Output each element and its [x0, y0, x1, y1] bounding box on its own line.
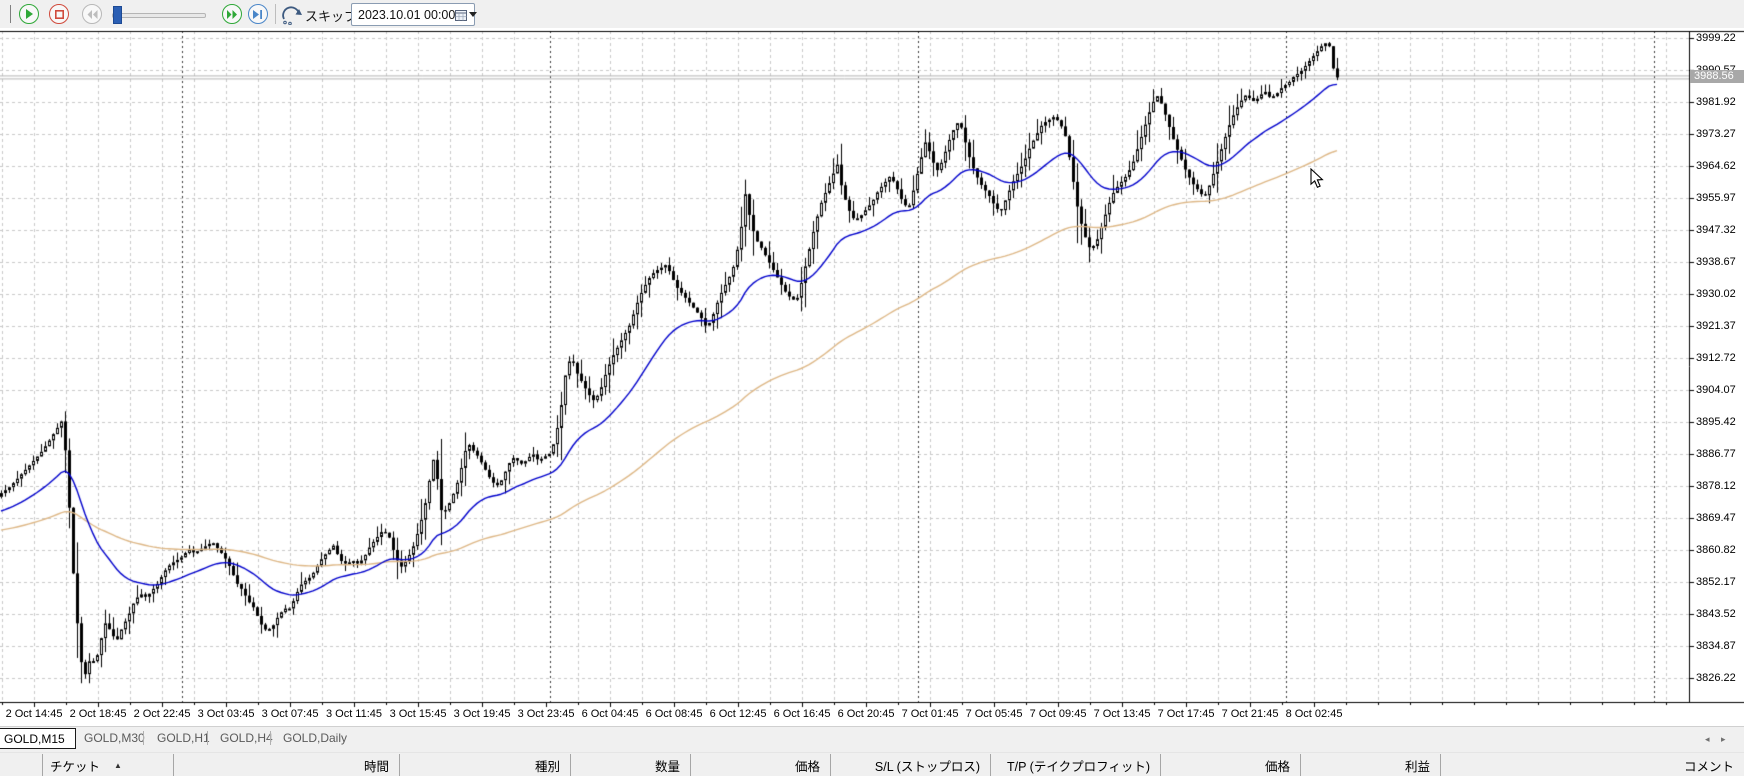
price-axis-tick: 3843.52 — [1696, 608, 1744, 620]
start-date-field[interactable]: 2023.10.01 00:00 — [351, 3, 475, 26]
chevron-down-icon — [469, 12, 477, 17]
timeframe-tab-bar: GOLD,M15GOLD,M30GOLD,H1GOLD,H4GOLD,Daily… — [0, 726, 1744, 753]
price-axis-tick: 3852.17 — [1696, 576, 1744, 588]
column-header-S/L (ストップロス)[interactable]: S/L (ストップロス) — [830, 753, 990, 776]
tab-separator — [270, 731, 271, 745]
column-header-label: 利益 — [1405, 756, 1440, 775]
column-header-コメント[interactable]: コメント — [1440, 753, 1744, 776]
price-axis-tick: 3860.82 — [1696, 544, 1744, 556]
price-axis-tick: 3921.37 — [1696, 320, 1744, 332]
column-header-価格[interactable]: 価格 — [1160, 753, 1300, 776]
play-button[interactable] — [19, 4, 39, 24]
column-header-種別[interactable]: 種別 — [399, 753, 570, 776]
price-axis-tick: 3878.12 — [1696, 480, 1744, 492]
tab-scroll-left-icon[interactable]: ◂ — [1705, 735, 1710, 744]
price-axis-tick: 3834.87 — [1696, 640, 1744, 652]
column-header-label: 種別 — [535, 756, 570, 775]
column-header-label: コメント — [1684, 756, 1744, 775]
skip-label: スキップ — [305, 6, 357, 25]
play-icon — [25, 9, 34, 19]
column-header-label: 価格 — [795, 756, 830, 775]
rewind-button — [82, 4, 102, 24]
column-divider[interactable] — [1300, 754, 1301, 776]
column-header-数量[interactable]: 数量 — [570, 753, 690, 776]
column-header-icon[interactable] — [0, 753, 42, 776]
column-divider[interactable] — [830, 754, 831, 776]
stop-icon — [55, 10, 64, 19]
speed-slider-track[interactable] — [112, 13, 206, 18]
tab-gold-daily[interactable]: GOLD,Daily — [277, 728, 355, 748]
tab-scroll-right-icon[interactable]: ▸ — [1721, 735, 1726, 744]
column-divider[interactable] — [990, 754, 991, 776]
fast-forward-button[interactable] — [222, 4, 242, 24]
price-axis-tick: 3930.02 — [1696, 288, 1744, 300]
column-header-チケット[interactable]: チケット ▲ — [42, 753, 173, 776]
tab-separator — [207, 731, 208, 745]
price-axis-tick: 3938.67 — [1696, 256, 1744, 268]
column-divider[interactable] — [690, 754, 691, 776]
column-header-label: T/P (テイクプロフィット) — [1007, 756, 1160, 775]
skip-forward-icon[interactable] — [281, 3, 303, 25]
column-divider[interactable] — [570, 754, 571, 776]
column-header-価格[interactable]: 価格 — [690, 753, 830, 776]
tab-gold-h4[interactable]: GOLD,H4 — [214, 728, 276, 748]
calendar-dropdown-button[interactable] — [455, 4, 477, 25]
column-divider[interactable] — [1440, 754, 1441, 776]
fast-forward-icon — [227, 10, 238, 19]
price-axis-tick: 3895.42 — [1696, 416, 1744, 428]
candlestick-chart-canvas[interactable] — [0, 28, 1744, 726]
column-divider[interactable] — [42, 754, 43, 776]
skip-to-end-icon — [253, 10, 263, 19]
rewind-icon — [87, 10, 98, 19]
price-axis-tick: 3886.77 — [1696, 448, 1744, 460]
column-header-利益[interactable]: 利益 — [1300, 753, 1440, 776]
column-header-label: 数量 — [655, 756, 690, 775]
column-header-T/P (テイクプロフィット)[interactable]: T/P (テイクプロフィット) — [990, 753, 1160, 776]
current-price-tag: 3988.56 — [1690, 70, 1744, 83]
skip-to-end-button[interactable] — [248, 4, 268, 24]
price-axis-tick: 3826.22 — [1696, 672, 1744, 684]
chart-area[interactable]: 3999.223990.573981.923973.273964.623955.… — [0, 28, 1744, 726]
trade-table-header: チケット ▲ 時間 種別 数量 価格 S/L (ストップロス) T/P (テイクプロフィット)… — [0, 752, 1744, 776]
column-header-label: チケット — [42, 756, 100, 775]
toolbar-separator — [275, 4, 276, 24]
speed-slider-handle[interactable] — [113, 6, 122, 24]
tab-gold-m30[interactable]: GOLD,M30 — [78, 728, 150, 748]
price-axis-tick: 3955.97 — [1696, 192, 1744, 204]
column-divider[interactable] — [1160, 754, 1161, 776]
price-axis-tick: 3999.22 — [1696, 32, 1744, 44]
price-axis-tick: 3964.62 — [1696, 160, 1744, 172]
price-axis-tick: 3912.72 — [1696, 352, 1744, 364]
price-axis-tick: 3869.47 — [1696, 512, 1744, 524]
column-header-時間[interactable]: 時間 — [173, 753, 399, 776]
column-header-label: 時間 — [364, 756, 399, 775]
toolbar-grip — [10, 5, 11, 23]
price-axis-tick: 3904.07 — [1696, 384, 1744, 396]
time-axis-label: 8 Oct 02:45 — [1272, 708, 1356, 720]
price-axis-tick: 3973.27 — [1696, 128, 1744, 140]
column-header-label: S/L (ストップロス) — [875, 756, 990, 775]
tab-separator — [143, 731, 144, 745]
price-axis-tick: 3981.92 — [1696, 96, 1744, 108]
column-divider[interactable] — [173, 754, 174, 776]
strategy-tester-window: スキップ 2023.10.01 00:00 3999.223990.573981… — [0, 0, 1744, 776]
calendar-icon — [455, 9, 467, 21]
column-divider[interactable] — [399, 754, 400, 776]
tab-gold-h1[interactable]: GOLD,H1 — [151, 728, 213, 748]
stop-button[interactable] — [49, 4, 69, 24]
playback-toolbar: スキップ 2023.10.01 00:00 — [0, 0, 1744, 29]
price-axis-tick: 3947.32 — [1696, 224, 1744, 236]
start-date-value[interactable]: 2023.10.01 00:00 — [352, 8, 455, 22]
tab-gold-m15[interactable]: GOLD,M15 — [0, 728, 76, 749]
column-header-label: 価格 — [1265, 756, 1300, 775]
sort-ascending-icon: ▲ — [114, 761, 122, 770]
